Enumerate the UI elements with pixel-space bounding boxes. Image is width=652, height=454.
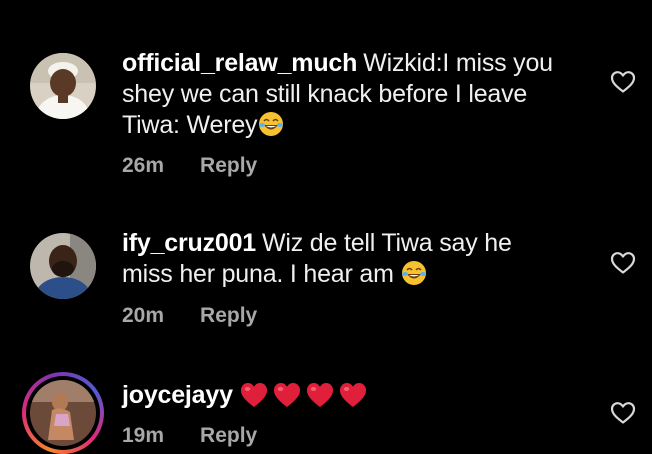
avatar-story-ring[interactable] [22, 372, 104, 454]
heart-emojis [239, 381, 371, 409]
username[interactable]: joycejayy [122, 381, 233, 409]
heart-outline-icon[interactable] [610, 401, 636, 425]
red-heart-icon [306, 383, 333, 407]
red-heart-icon [339, 383, 366, 407]
reply-button[interactable]: Reply [200, 424, 257, 447]
red-heart-icon [240, 383, 267, 407]
avatar-image [30, 380, 96, 446]
comment-text: joycejayy [122, 380, 592, 411]
red-heart-icon [273, 383, 300, 407]
comment-item: joycejayy 19m Reply [0, 0, 652, 454]
timestamp: 19m [122, 424, 165, 447]
comment-meta: 19m Reply [122, 424, 257, 448]
avatar [30, 380, 96, 446]
